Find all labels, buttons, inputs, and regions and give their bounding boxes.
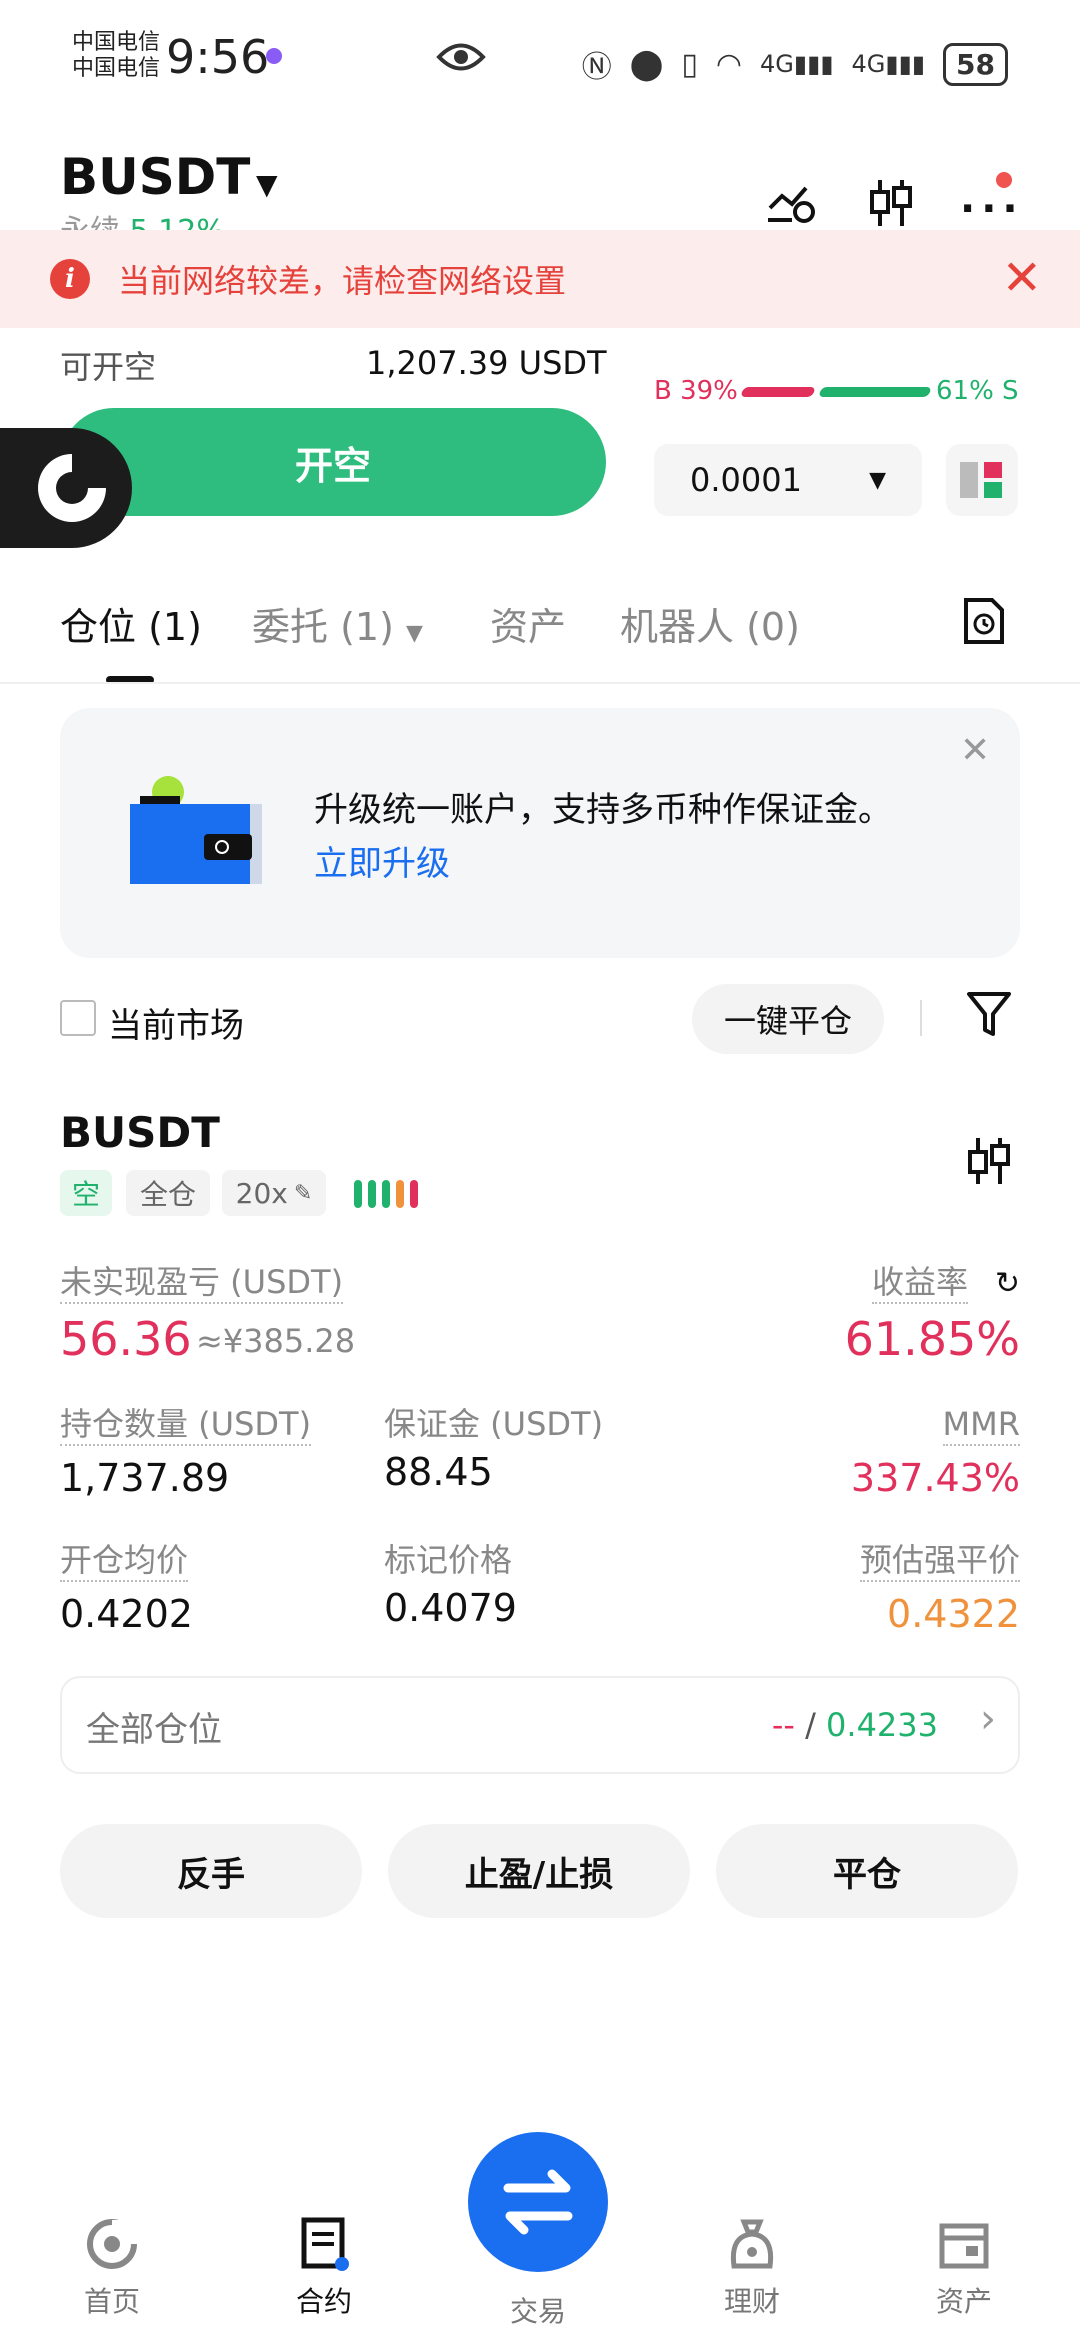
current-market-checkbox[interactable] (60, 1000, 96, 1036)
buy-ratio-bar (740, 387, 816, 397)
trend-icon[interactable] (766, 178, 820, 235)
trade-fab-button[interactable] (468, 2132, 608, 2272)
sell-ratio: 61% S (936, 376, 1019, 406)
tab-bots[interactable]: 机器人 (0) (620, 596, 800, 651)
carrier-1: 中国电信 (72, 30, 161, 55)
nav-home[interactable]: 首页 (52, 2216, 172, 2320)
earn-icon (730, 2219, 774, 2269)
chevron-down-icon: ▼ (406, 621, 423, 646)
upgrade-now-link[interactable]: 立即升级 (314, 836, 450, 885)
nav-trade-label: 交易 (509, 2295, 566, 2328)
margin-value: 88.45 (384, 1450, 493, 1494)
margin-mode-tag: 全仓 (126, 1170, 210, 1216)
liq-price-value: 0.4322 (887, 1592, 1020, 1636)
mmr-value: 337.43% (850, 1456, 1020, 1500)
mark-price-label: 标记价格 (384, 1541, 513, 1579)
nav-earn[interactable]: 理财 (692, 2216, 812, 2320)
roe-label: 收益率 (871, 1262, 968, 1304)
close-all-button[interactable]: 一键平仓 (692, 984, 884, 1054)
side-tag: 空 (60, 1170, 112, 1216)
pair-dropdown-icon[interactable]: ▼ (256, 168, 278, 201)
close-icon[interactable]: ✕ (960, 730, 990, 771)
buy-ratio: B 39% (654, 376, 738, 406)
orderbook-layout-icon (960, 462, 1002, 498)
floating-logo-button[interactable] (0, 428, 132, 548)
all-positions-label: 全部仓位 (86, 1710, 222, 1750)
unrealized-pnl-value: 56.36 (60, 1312, 192, 1366)
clock: 9:56 (166, 30, 270, 84)
carrier-2: 中国电信 (72, 56, 161, 81)
wallet-illustration-icon (130, 776, 270, 890)
wallet-icon (939, 2223, 989, 2269)
more-icon[interactable]: ··· (960, 186, 1024, 232)
share-icon[interactable]: ↻ (995, 1266, 1020, 1301)
alert-text: 当前网络较差，请检查网络设置 (118, 262, 567, 300)
wifi-icon: ◠ (715, 46, 743, 82)
orderbook-layout-button[interactable] (946, 444, 1018, 516)
tabs-divider (0, 682, 1080, 684)
info-icon: i (50, 259, 90, 299)
precision-select[interactable]: 0.0001 ▼ (654, 444, 922, 516)
nav-contract[interactable]: 合约 (264, 2216, 384, 2320)
carrier-labels: 中国电信 中国电信 (72, 30, 160, 82)
available-label: 可开空 (60, 348, 157, 386)
tab-orders[interactable]: 委托 (1) ▼ (252, 596, 423, 651)
position-size-value: 1,737.89 (60, 1456, 230, 1500)
promo-text: 升级统一账户，支持多币种作保证金。 (314, 790, 892, 830)
vibrate-icon: ▯ (681, 46, 698, 82)
divider (920, 1000, 922, 1036)
signal-2-icon: 4G▮▮▮ (851, 50, 926, 78)
risk-level-bars (354, 1180, 418, 1208)
open-short-button[interactable]: 开空 (60, 408, 606, 516)
available-value: 1,207.39 USDT (366, 344, 607, 382)
leverage-tag[interactable]: 20x ✎ (222, 1170, 326, 1216)
status-icons: Ⓝ ⬤ ▯ ◠ 4G▮▮▮ 4G▮▮▮ 58 (582, 42, 1008, 86)
close-icon[interactable]: ✕ (1002, 250, 1042, 306)
contract-icon (301, 2217, 349, 2271)
tab-positions[interactable]: 仓位 (1) (60, 596, 202, 651)
eye-icon (436, 40, 486, 78)
roe-value: 61.85% (844, 1312, 1020, 1366)
position-pair-name: BUSDT (60, 1108, 220, 1157)
home-icon (87, 2219, 138, 2269)
precision-value: 0.0001 (690, 461, 802, 499)
mark-price-value: 0.4079 (384, 1586, 517, 1630)
close-position-button[interactable]: 平仓 (716, 1824, 1018, 1918)
all-positions-value: -- / 0.4233 (771, 1706, 938, 1744)
history-icon[interactable] (962, 596, 1006, 650)
location-icon: ⬤ (629, 46, 664, 82)
all-positions-row[interactable]: 全部仓位 -- / 0.4233 › (60, 1676, 1020, 1774)
chart-icon[interactable] (964, 1136, 1014, 1190)
filter-icon[interactable] (966, 990, 1012, 1044)
pair-title[interactable]: BUSDT (60, 148, 250, 206)
liq-price-label: 预估强平价 (859, 1540, 1020, 1582)
tp-sl-button[interactable]: 止盈/止损 (388, 1824, 690, 1918)
notification-dot (996, 172, 1012, 188)
nfc-icon: Ⓝ (581, 50, 612, 85)
app-logo-icon (38, 454, 112, 522)
sell-ratio-bar (818, 387, 932, 397)
unrealized-pnl-label: 未实现盈亏 (USDT) (60, 1262, 344, 1304)
chevron-down-icon: ▼ (869, 467, 886, 493)
reverse-button[interactable]: 反手 (60, 1824, 362, 1918)
tab-assets[interactable]: 资产 (490, 596, 566, 651)
unrealized-pnl-cny: ≈¥385.28 (196, 1322, 356, 1360)
edit-icon: ✎ (293, 1180, 313, 1206)
position-size-label: 持仓数量 (USDT) (60, 1404, 312, 1446)
entry-price-label: 开仓均价 (60, 1540, 189, 1582)
nav-assets[interactable]: 资产 (904, 2216, 1024, 2320)
entry-price-value: 0.4202 (60, 1592, 193, 1636)
current-market-label: 当前市场 (108, 1006, 244, 1046)
mmr-label: MMR (942, 1404, 1020, 1446)
signal-1-icon: 4G▮▮▮ (760, 50, 834, 78)
battery-indicator: 58 (943, 42, 1008, 86)
margin-label: 保证金 (USDT) (384, 1405, 604, 1443)
swap-icon (503, 2169, 573, 2235)
location-dot-icon (266, 48, 282, 64)
network-alert-banner: i 当前网络较差，请检查网络设置 ✕ (0, 230, 1080, 328)
chevron-right-icon: › (980, 1696, 996, 1742)
